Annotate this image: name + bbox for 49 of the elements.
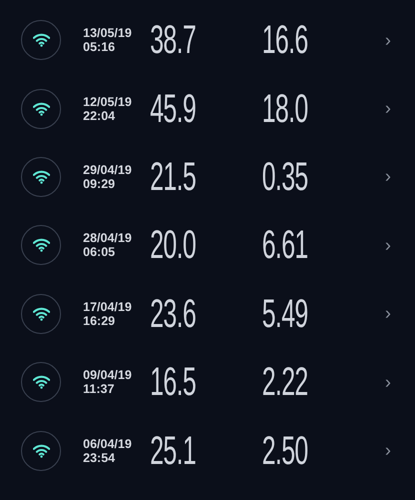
wifi-icon (32, 170, 50, 184)
result-row[interactable]: 29/04/19 09:29 21.5 0.35 › (0, 142, 415, 212)
chevron-icon: › (385, 30, 391, 51)
test-date: 09/04/19 (83, 368, 132, 382)
download-speed: 45.9 (150, 88, 196, 129)
download-speed: 38.7 (150, 20, 196, 60)
wifi-icon (32, 33, 50, 48)
chevron-icon: › (385, 440, 391, 462)
result-row[interactable]: 09/04/19 11:37 16.5 2.22 › (0, 348, 415, 416)
test-time: 22:04 (83, 108, 115, 123)
result-row[interactable]: 06/04/19 23:54 25.1 2.50 › (0, 416, 415, 485)
test-date: 17/04/19 (83, 300, 132, 314)
test-time: 06:05 (83, 245, 115, 260)
wifi-icon (32, 306, 50, 321)
wifi-icon (32, 375, 50, 390)
chevron-icon: › (385, 166, 391, 188)
test-time: 16:29 (83, 314, 115, 328)
download-speed: 23.6 (150, 294, 196, 334)
wifi-icon (32, 444, 50, 458)
upload-speed: 16.6 (262, 20, 308, 60)
test-time: 09:29 (83, 176, 115, 191)
chevron-icon: › (385, 303, 391, 324)
download-speed: 16.5 (150, 362, 196, 402)
upload-speed: 0.35 (262, 156, 308, 197)
upload-speed: 6.61 (262, 225, 308, 266)
test-date: 06/04/19 (83, 436, 132, 451)
test-date: 28/04/19 (83, 231, 132, 246)
chevron-icon: › (385, 98, 391, 120)
test-time: 11:37 (83, 382, 114, 396)
download-speed: 20.0 (150, 225, 196, 266)
result-row[interactable]: 17/04/19 16:29 23.6 5.49 › (0, 280, 415, 348)
upload-speed: 2.50 (262, 430, 308, 471)
upload-speed: 5.49 (262, 294, 308, 334)
test-time: 05:16 (83, 40, 115, 54)
test-time: 23:54 (83, 450, 115, 465)
chevron-icon: › (385, 372, 391, 393)
upload-speed: 2.22 (262, 362, 308, 402)
download-speed: 21.5 (150, 156, 196, 197)
test-date: 29/04/19 (83, 162, 132, 177)
result-row[interactable]: 12/05/19 22:04 45.9 18.0 › (0, 74, 415, 143)
download-speed: 25.1 (150, 430, 196, 471)
result-row[interactable]: 13/05/19 05:16 38.7 16.6 › (0, 6, 415, 74)
result-row[interactable]: 28/04/19 06:05 20.0 6.61 › (0, 211, 415, 280)
test-date: 13/05/19 (83, 26, 132, 40)
upload-speed: 18.0 (262, 88, 308, 129)
chevron-icon: › (385, 234, 391, 256)
wifi-icon (32, 102, 50, 116)
wifi-icon (32, 238, 50, 252)
test-date: 12/05/19 (83, 94, 132, 109)
